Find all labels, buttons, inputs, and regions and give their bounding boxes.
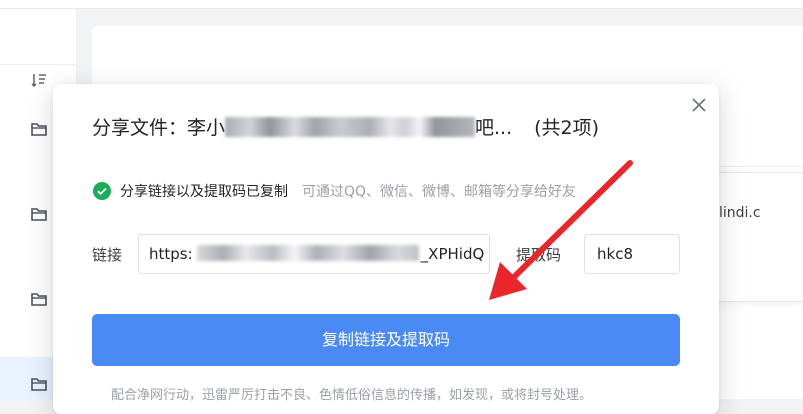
link-label: 链接: [92, 246, 123, 264]
dialog-title: 分享文件：李小 吧... (共2项): [92, 114, 599, 142]
top-bar: [0, 0, 803, 9]
folder-icon[interactable]: [30, 290, 48, 308]
sort-icon[interactable]: [30, 71, 48, 89]
folder-icon[interactable]: [30, 205, 48, 223]
status-text: 分享链接以及提取码已复制: [120, 184, 288, 200]
share-link-prefix: https:: [149, 245, 193, 263]
check-circle-icon: [93, 182, 111, 200]
status-hint: 可通过QQ、微信、微博、邮箱等分享给好友: [302, 184, 577, 200]
share-link-suffix: _XPHidQ: [420, 245, 485, 263]
sidebar-divider: [0, 64, 76, 65]
footer-note: 配合净网行动，迅雷严厉打击不良、色情低俗信息的传播，如发现，或将封号处理。: [111, 388, 593, 403]
item-count: (共2项): [534, 117, 600, 139]
share-dialog: 分享文件：李小 吧... (共2项) 分享链接以及提取码已复制 可通过QQ、微信、微…: [53, 84, 719, 414]
share-link-field[interactable]: https: _XPHidQ: [138, 234, 490, 274]
copy-link-and-code-button[interactable]: 复制链接及提取码: [92, 314, 680, 366]
code-label: 提取码: [516, 246, 562, 264]
close-icon[interactable]: [688, 94, 710, 116]
dialog-title-suffix: 吧...: [475, 117, 513, 139]
file-card-name: lindi.c: [719, 205, 761, 221]
folder-icon[interactable]: [30, 375, 48, 393]
file-card[interactable]: lindi.c: [710, 172, 803, 302]
dialog-title-prefix: 分享文件：李小: [92, 117, 226, 139]
redacted-link: [196, 245, 419, 261]
folder-icon[interactable]: [30, 120, 48, 138]
copy-status: 分享链接以及提取码已复制 可通过QQ、微信、微博、邮箱等分享给好友: [93, 180, 576, 202]
extraction-code-field[interactable]: hkc8: [584, 234, 680, 274]
redacted-filename: [225, 117, 476, 137]
